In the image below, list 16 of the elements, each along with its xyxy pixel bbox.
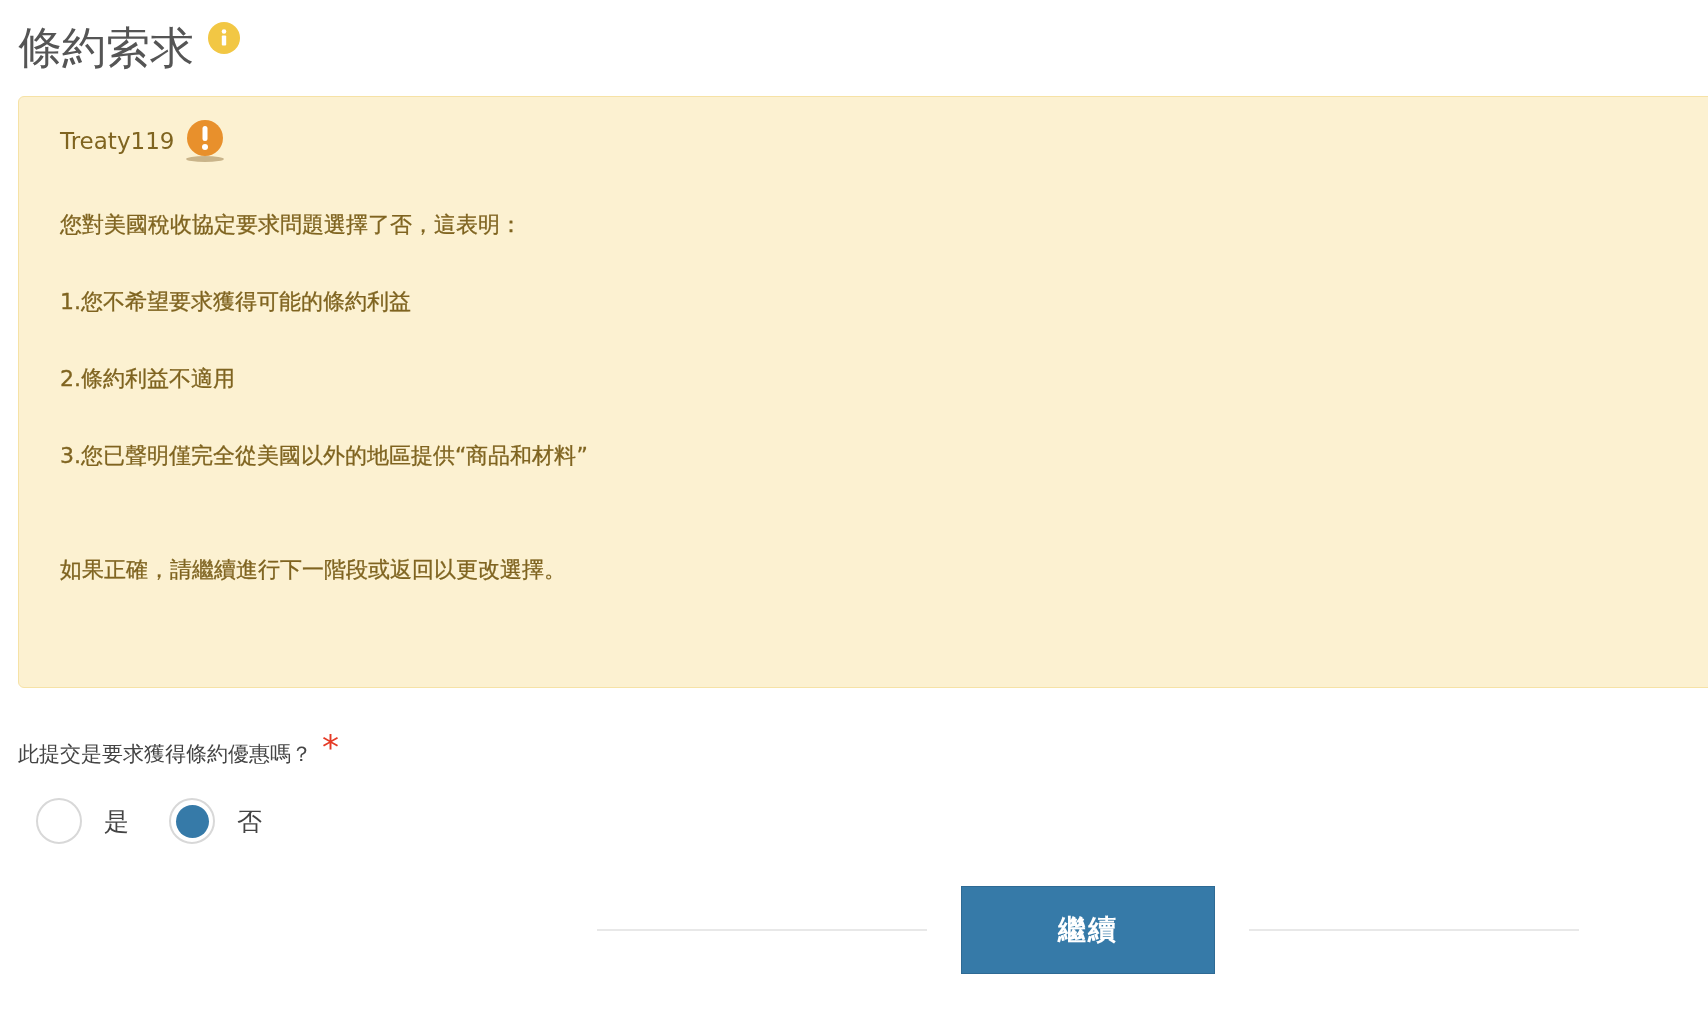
alert-text: 如果正確，請繼續進行下一階段或返回以更改選擇。 <box>60 556 567 584</box>
alert-text: 1.您不希望要求獲得可能的條約利益 <box>60 288 412 316</box>
warning-icon <box>184 119 227 163</box>
radio-label[interactable]: 是 <box>104 804 129 838</box>
radio-button[interactable] <box>36 798 82 844</box>
radio-label[interactable]: 否 <box>237 804 262 838</box>
alert-text: 您對美國稅收協定要求問題選擇了否，這表明： <box>60 211 523 239</box>
info-icon[interactable] <box>208 22 240 54</box>
page-title: 條約索求 <box>18 21 194 75</box>
radio-button[interactable] <box>169 798 215 844</box>
question-label: 此提交是要求獲得條約優惠嗎？ <box>18 741 312 768</box>
alert-text: 2.條約利益不適用 <box>60 365 236 393</box>
required-asterisk: * <box>322 734 339 760</box>
alert-title: Treaty119 <box>60 128 175 154</box>
continue-button[interactable]: 繼續 <box>961 886 1215 974</box>
alert-text: 3.您已聲明僅完全從美國以外的地區提供“商品和材料” <box>60 442 589 470</box>
